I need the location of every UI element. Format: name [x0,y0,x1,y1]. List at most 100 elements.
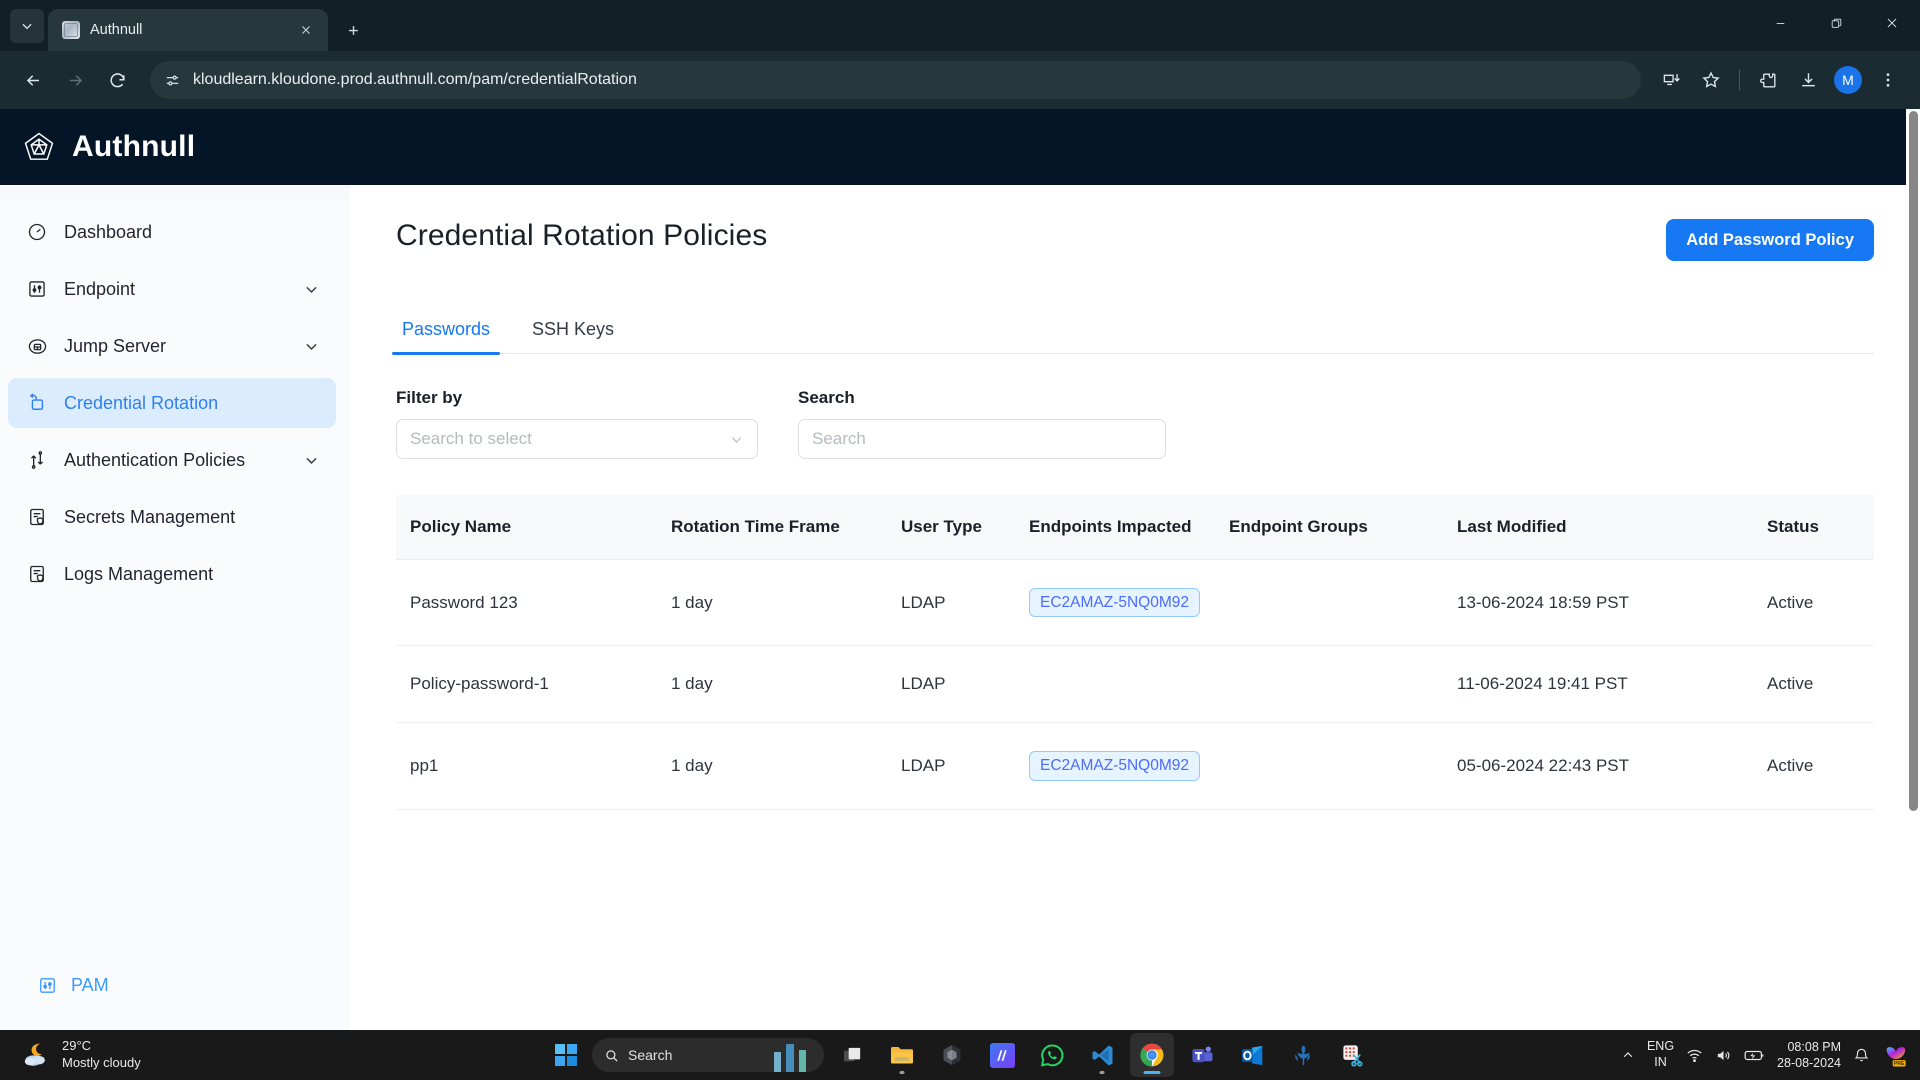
browser-tab-title: Authnull [90,22,143,38]
table-row[interactable]: pp1 1 day LDAP EC2AMAZ-5NQ0M92 05-06-202… [396,722,1874,810]
sidebar-top-strip [0,185,350,199]
sidebar-item-dashboard[interactable]: Dashboard [8,207,336,257]
sidebar-item-label: Jump Server [64,335,167,356]
site-settings-icon[interactable] [164,72,181,89]
forward-button[interactable] [56,61,94,99]
tab-ssh-keys[interactable]: SSH Keys [526,319,620,353]
chevron-down-icon[interactable] [303,281,320,298]
start-button[interactable] [546,1035,586,1075]
volume-icon[interactable] [1715,1047,1732,1064]
browser-tab-authnull[interactable]: Authnull [48,9,328,51]
add-password-policy-button[interactable]: Add Password Policy [1666,219,1874,261]
bookmark-star-icon[interactable] [1693,62,1729,98]
cell-rotation-time-frame: 1 day [671,722,901,810]
search-group: Search [798,388,1166,459]
taskbar-clock[interactable]: 08:08 PM 28-08-2024 [1777,1039,1841,1071]
bell-icon[interactable] [1853,1047,1870,1064]
chevron-up-icon[interactable] [1621,1048,1635,1062]
page-scrollbar[interactable] [1906,109,1920,954]
search-label: Search [798,388,855,407]
windows-taskbar: 29°C Mostly cloudy Search ENG IN 08:08 P… [0,1030,1920,1080]
table-row[interactable]: Policy-password-1 1 day LDAP 11-06-2024 … [396,645,1874,724]
taskbar-app-whatsapp[interactable] [1030,1033,1074,1077]
taskbar-app-m[interactable] [980,1033,1024,1077]
taskbar-app-copilot[interactable] [930,1033,974,1077]
taskbar-app-vs-code[interactable] [1080,1033,1124,1077]
column-user-type: User Type [901,495,1029,560]
reload-button[interactable] [98,61,136,99]
taskbar-app-kubernetes-helm[interactable] [1280,1033,1324,1077]
taskbar-search-placeholder: Search [628,1047,673,1063]
taskbar-app-outlook[interactable] [1230,1033,1274,1077]
three-dot-menu-icon[interactable] [1870,62,1906,98]
browser-toolbar: kloudlearn.kloudone.prod.authnull.com/pa… [0,51,1920,109]
sidebar-item-credential-rotation[interactable]: Credential Rotation [8,378,336,428]
install-app-icon[interactable] [1653,62,1689,98]
sidebar-item-jump-server[interactable]: Jump Server [8,321,336,371]
clock-date: 28-08-2024 [1777,1056,1841,1070]
plus-icon [348,25,358,35]
sidebar: Dashboard Endpoint Jump Server Credentia… [0,185,350,1030]
extensions-icon[interactable] [1750,62,1786,98]
profile-avatar[interactable]: M [1830,62,1866,98]
taskbar-app-task-view[interactable] [830,1033,874,1077]
close-icon[interactable] [294,18,318,42]
back-button[interactable] [14,61,52,99]
taskbar-search-box[interactable]: Search [592,1038,824,1072]
tab-passwords[interactable]: Passwords [391,319,501,355]
cell-rotation-time-frame: 1 day [671,559,901,647]
cell-endpoints-impacted: EC2AMAZ-5NQ0M92 [1029,559,1229,647]
window-controls [1752,0,1920,51]
endpoint-chip[interactable]: EC2AMAZ-5NQ0M92 [1029,588,1201,618]
browser-tab-strip: Authnull [0,0,1920,51]
battery-icon[interactable] [1744,1047,1765,1064]
sidebar-item-authentication-policies[interactable]: Authentication Policies [8,435,336,485]
focused-indicator [1143,1071,1161,1074]
address-bar[interactable]: kloudlearn.kloudone.prod.authnull.com/pa… [150,61,1641,99]
table-header-row: Policy Name Rotation Time Frame User Typ… [396,495,1874,560]
search-input[interactable] [798,419,1166,459]
dashboard-gauge-icon [26,221,48,243]
taskbar-weather-widget[interactable]: 29°C Mostly cloudy [0,1038,300,1071]
downloads-icon[interactable] [1790,62,1826,98]
sidebar-item-secrets-management[interactable]: Secrets Management [8,492,336,542]
wifi-icon[interactable] [1686,1047,1703,1064]
cell-rotation-time-frame: 1 day [671,645,901,724]
endpoint-chip[interactable]: EC2AMAZ-5NQ0M92 [1029,751,1201,781]
window-minimize-button[interactable] [1752,0,1808,46]
tab-search-dropdown-button[interactable] [10,9,44,43]
sidebar-item-logs-management[interactable]: Logs Management [8,549,336,599]
address-bar-url: kloudlearn.kloudone.prod.authnull.com/pa… [193,71,637,88]
windows-start-icon [555,1044,577,1066]
sidebar-footer-pam[interactable]: PAM [0,975,350,1030]
taskbar-app-file-explorer[interactable] [880,1033,924,1077]
avatar-initial: M [1834,66,1862,94]
cell-endpoints-impacted: EC2AMAZ-5NQ0M92 [1029,722,1229,810]
weather-text: 29°C Mostly cloudy [62,1038,141,1071]
weather-temperature: 29°C [62,1038,92,1054]
pam-sliders-icon [38,976,57,995]
cell-endpoints-impacted [1029,645,1229,724]
new-tab-button[interactable] [336,13,370,47]
window-maximize-button[interactable] [1808,0,1864,46]
chevron-down-icon[interactable] [303,338,320,355]
copilot-pre-icon[interactable]: PRE [1882,1043,1908,1067]
scrollbar-thumb[interactable] [1909,111,1918,811]
sidebar-item-endpoint[interactable]: Endpoint [8,264,336,314]
taskbar-app-snipping-tool[interactable] [1330,1033,1374,1077]
app-header: Authnull [0,109,1920,185]
window-close-button[interactable] [1864,0,1920,46]
main-content: Credential Rotation Policies Add Passwor… [350,185,1920,1030]
taskbar-app-microsoft-teams[interactable] [1180,1033,1224,1077]
sidebar-item-label: Credential Rotation [64,392,219,413]
table-row[interactable]: Password 123 1 day LDAP EC2AMAZ-5NQ0M92 … [396,559,1874,647]
chevron-down-icon[interactable] [303,452,320,469]
status-badge: Active [1767,722,1874,810]
language-indicator[interactable]: ENG IN [1647,1039,1674,1070]
taskbar-app-google-chrome[interactable] [1130,1033,1174,1077]
filter-by-select[interactable]: Search to select [396,419,758,459]
cell-user-type: LDAP [901,559,1029,647]
sidebar-item-label: Secrets Management [64,506,236,527]
running-indicator [899,1071,905,1074]
